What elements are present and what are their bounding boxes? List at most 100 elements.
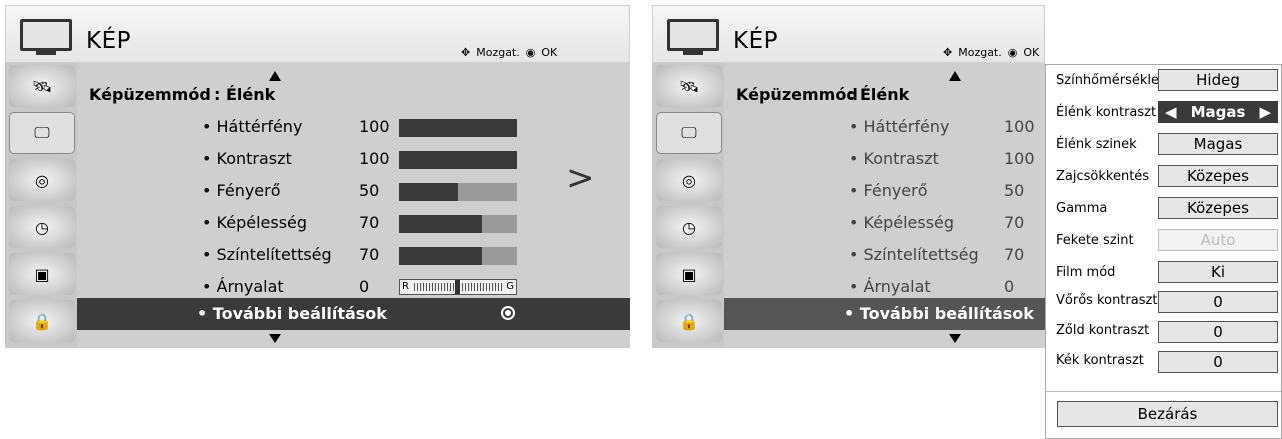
picture-icon[interactable]: 🖵 xyxy=(9,112,75,154)
antenna-icon[interactable]: 🛰 xyxy=(9,65,75,107)
close-button[interactable]: Bezárás xyxy=(1057,401,1278,427)
ok-icon: ◉ xyxy=(1007,46,1018,59)
option-label: Fekete szint xyxy=(1056,233,1134,248)
setting-value: 50 xyxy=(1004,181,1025,200)
menu-header: KÉP ✥ Mozgat. ◉ OK xyxy=(5,5,630,63)
option-value[interactable]: 0 xyxy=(1158,291,1278,313)
option-value[interactable]: Magas xyxy=(1158,133,1278,155)
option-value-selected[interactable]: ◀ Magas ▶ xyxy=(1158,101,1278,123)
setting-value: 70 xyxy=(359,213,380,232)
tint-left-label: R xyxy=(402,281,409,292)
menu-title: KÉP xyxy=(86,28,131,54)
option-value[interactable]: Ki xyxy=(1158,261,1278,283)
setting-label[interactable]: • Színtelítettség xyxy=(202,245,332,264)
mode-label: Képüzemmód xyxy=(89,85,211,104)
option-label: Élénk szinek xyxy=(1056,137,1137,152)
setting-label[interactable]: • Háttérfény xyxy=(202,117,302,136)
level-bar[interactable] xyxy=(399,183,517,201)
lock-icon[interactable]: 🔒 xyxy=(656,300,722,342)
picture-menu-left: KÉP ✥ Mozgat. ◉ OK 🛰 🖵 ◎ ◷ ▣ 🔒 Képüzemmó… xyxy=(5,5,630,348)
menu-content: Képüzemmód : Élénk • Háttérfény 100 • Ko… xyxy=(77,63,630,348)
options-icon[interactable]: ▣ xyxy=(656,253,722,295)
more-settings-label[interactable]: • További beállítások xyxy=(844,304,1034,323)
tv-icon xyxy=(20,19,72,59)
mode-value[interactable]: : Élénk xyxy=(848,85,909,104)
antenna-icon[interactable]: 🛰 xyxy=(656,65,722,107)
option-label: Zőld kontraszt xyxy=(1056,323,1150,338)
clock-icon[interactable]: ◷ xyxy=(656,206,722,248)
ok-icon: ◉ xyxy=(525,46,536,59)
arrow-left-icon[interactable]: ◀ xyxy=(1165,102,1177,122)
setting-value: 50 xyxy=(359,181,380,200)
option-label: Színhőmérséklet xyxy=(1056,73,1165,88)
option-value[interactable]: Hideg xyxy=(1158,69,1278,91)
option-value[interactable]: Közepes xyxy=(1158,165,1278,187)
menu-area: 🛰 🖵 ◎ ◷ ▣ 🔒 Képüzemmód : Élénk • Háttérf… xyxy=(652,63,1045,348)
menu-header: KÉP ✥ Mozgat. ◉ OK xyxy=(652,5,1045,63)
mode-value[interactable]: : Élénk xyxy=(214,85,275,104)
menu-content: Képüzemmód : Élénk • Háttérfény 100 • Ko… xyxy=(724,63,1045,348)
picture-icon[interactable]: 🖵 xyxy=(656,112,722,154)
setting-label[interactable]: • Képélesség xyxy=(849,213,954,232)
option-value-disabled: Auto xyxy=(1158,229,1278,251)
scroll-up-icon[interactable] xyxy=(269,71,281,81)
nav-hint: ✥ Mozgat. ◉ OK xyxy=(943,46,1040,59)
setting-label[interactable]: • Fényerő xyxy=(202,181,281,200)
setting-label[interactable]: • Fényerő xyxy=(849,181,928,200)
level-bar[interactable] xyxy=(399,247,517,265)
category-sidebar: 🛰 🖵 ◎ ◷ ▣ 🔒 xyxy=(652,63,724,348)
clock-icon[interactable]: ◷ xyxy=(9,206,75,248)
lock-icon[interactable]: 🔒 xyxy=(9,300,75,342)
sound-icon[interactable]: ◎ xyxy=(9,159,75,201)
move-arrows-icon: ✥ xyxy=(943,46,953,59)
advanced-settings-popup: Színhőmérséklet Hideg Élénk kontraszt ◀ … xyxy=(1045,64,1282,439)
scroll-down-icon[interactable] xyxy=(949,334,961,343)
transition-arrow: > xyxy=(566,158,595,198)
setting-value: 100 xyxy=(359,149,390,168)
setting-label[interactable]: • Színtelítettség xyxy=(849,245,979,264)
setting-value: 100 xyxy=(1004,117,1035,136)
setting-label[interactable]: • Árnyalat xyxy=(849,277,931,296)
option-label: Vőrős kontraszt xyxy=(1056,293,1158,308)
category-sidebar: 🛰 🖵 ◎ ◷ ▣ 🔒 xyxy=(5,63,77,348)
setting-value: 0 xyxy=(1004,277,1015,296)
selected-row[interactable]: • További beállítások xyxy=(77,298,630,330)
setting-label[interactable]: • Kontraszt xyxy=(849,149,939,168)
level-bar[interactable] xyxy=(399,119,517,137)
tint-right-label: G xyxy=(506,281,514,292)
option-label: Élénk kontraszt xyxy=(1056,105,1157,120)
mode-label: Képüzemmód xyxy=(736,85,858,104)
option-value[interactable]: 0 xyxy=(1158,321,1278,343)
setting-label[interactable]: • Kontraszt xyxy=(202,149,292,168)
tint-slider[interactable]: R G xyxy=(399,279,517,295)
option-label: Kék kontraszt xyxy=(1056,353,1144,368)
option-label: Gamma xyxy=(1056,201,1108,216)
setting-value: 0 xyxy=(359,277,370,296)
tint-marker xyxy=(455,280,460,294)
tv-icon xyxy=(667,19,719,59)
setting-label[interactable]: • Háttérfény xyxy=(849,117,949,136)
setting-label[interactable]: • Képélesség xyxy=(202,213,307,232)
option-label: Film mód xyxy=(1056,265,1116,280)
divider xyxy=(1046,391,1281,392)
setting-value: 100 xyxy=(359,117,390,136)
ok-icon xyxy=(501,306,515,320)
options-icon[interactable]: ▣ xyxy=(9,253,75,295)
sound-icon[interactable]: ◎ xyxy=(656,159,722,201)
menu-title: KÉP xyxy=(733,28,778,54)
selected-row[interactable]: • További beállítások xyxy=(724,298,1045,330)
setting-value: 70 xyxy=(359,245,380,264)
setting-value: 70 xyxy=(1004,213,1025,232)
nav-hint: ✥ Mozgat. ◉ OK xyxy=(461,46,558,59)
scroll-down-icon[interactable] xyxy=(269,334,281,343)
option-value[interactable]: Közepes xyxy=(1158,197,1278,219)
option-value[interactable]: 0 xyxy=(1158,351,1278,373)
option-label: Zajcsökkentés xyxy=(1056,169,1150,184)
scroll-up-icon[interactable] xyxy=(949,71,961,81)
more-settings-label[interactable]: • További beállítások xyxy=(197,304,387,323)
move-arrows-icon: ✥ xyxy=(461,46,471,59)
setting-label[interactable]: • Árnyalat xyxy=(202,277,284,296)
level-bar[interactable] xyxy=(399,151,517,169)
level-bar[interactable] xyxy=(399,215,517,233)
arrow-right-icon[interactable]: ▶ xyxy=(1259,102,1271,122)
